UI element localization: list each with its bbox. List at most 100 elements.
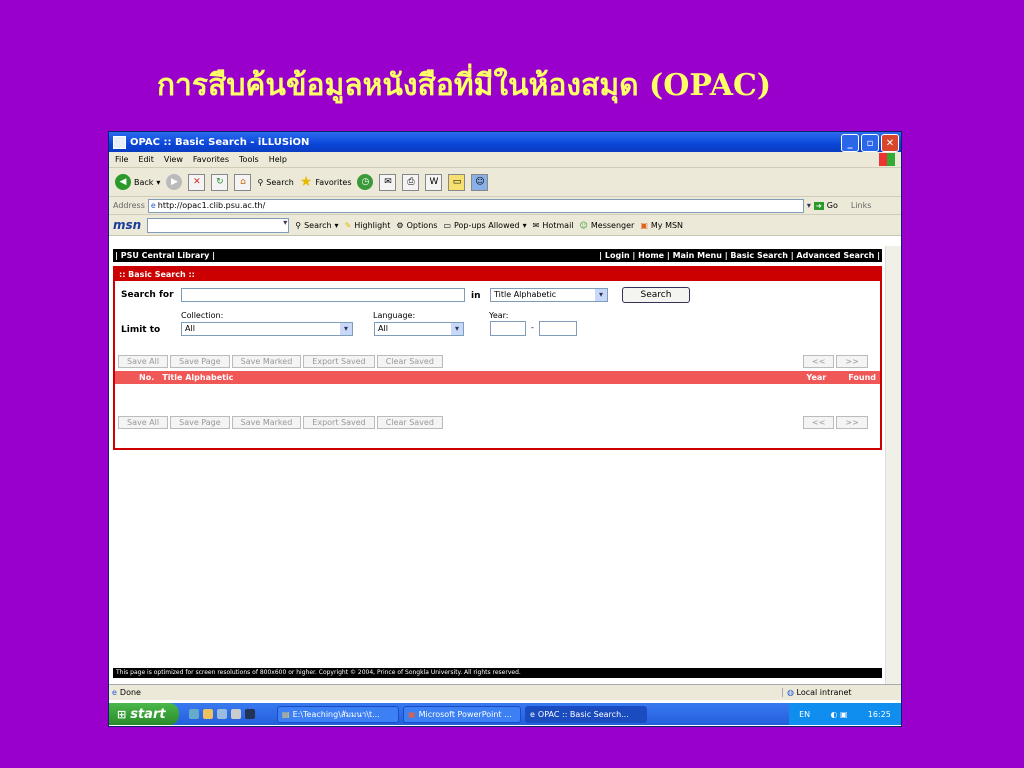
folder-quicklaunch-icon[interactable]: [203, 709, 213, 719]
save-all-button[interactable]: Save All: [118, 416, 169, 429]
clock: 16:25: [867, 709, 891, 719]
close-button[interactable]: ✕: [881, 134, 899, 152]
menu-help[interactable]: Help: [269, 155, 287, 164]
address-input[interactable]: e http://opac1.clib.psu.ac.th/: [147, 198, 804, 213]
ie-page-icon: e: [530, 709, 535, 719]
highlight-button[interactable]: ✎ Highlight: [345, 221, 391, 230]
clear-saved-button[interactable]: Clear Saved: [376, 355, 443, 368]
task-explorer[interactable]: ▤ E:\Teaching\สัมมนา\t...: [277, 705, 399, 723]
search-for-label: Search for: [121, 290, 174, 300]
stop-button[interactable]: ✕: [188, 173, 206, 191]
standard-toolbar: ◀ Back ▾ ▶ ✕ ↻ ⌂ ⚲ Search ★ Favorites ◷ …: [109, 168, 901, 197]
year-to-input[interactable]: [539, 321, 577, 336]
go-arrow-icon[interactable]: ➜: [813, 201, 824, 210]
menu-tools[interactable]: Tools: [239, 155, 259, 164]
status-bar: e Done ◍ Local intranet: [109, 684, 901, 700]
taskbar: ⊞ start ▤ E:\Teaching\สัมมนา\t... ▣ Micros…: [109, 703, 901, 725]
highlighter-icon: ✎: [344, 220, 352, 230]
mail-button[interactable]: ✉: [379, 173, 397, 191]
edit-button[interactable]: W: [425, 173, 443, 191]
menu-favorites[interactable]: Favorites: [193, 155, 229, 164]
options-icon: ⚙: [396, 220, 404, 230]
options-button[interactable]: ⚙ Options: [396, 221, 437, 230]
prev-page-button[interactable]: <<: [803, 355, 835, 368]
quick-launch: [189, 709, 255, 719]
clear-saved-button[interactable]: Clear Saved: [376, 416, 443, 429]
refresh-button[interactable]: ↻: [211, 173, 229, 191]
results-header: No. Title Alphabetic Year Found: [115, 371, 880, 384]
messenger-button[interactable]: ☺ Messenger: [580, 221, 635, 230]
menu-view[interactable]: View: [164, 155, 183, 164]
next-page-button[interactable]: >>: [836, 416, 868, 429]
task-opac[interactable]: e OPAC :: Basic Search...: [525, 705, 647, 723]
language-select[interactable]: All: [374, 322, 464, 336]
title-bar[interactable]: OPAC :: Basic Search - iLLUSiON _ ▫ ✕: [109, 132, 901, 152]
export-saved-button[interactable]: Export Saved: [303, 416, 375, 429]
year-label: Year:: [489, 311, 509, 320]
msn-search-button[interactable]: ⚲ Search ▾: [295, 221, 338, 230]
messenger-icon: ☺: [579, 220, 588, 230]
folder-icon: ▤: [282, 709, 290, 719]
address-dropdown-icon[interactable]: ▾: [807, 201, 811, 210]
menu-edit[interactable]: Edit: [138, 155, 154, 164]
mymsn-button[interactable]: ▣ My MSN: [640, 221, 683, 230]
msn-search-input[interactable]: [147, 217, 290, 233]
task-powerpoint[interactable]: ▣ Microsoft PowerPoint ...: [403, 705, 521, 723]
browser-window: OPAC :: Basic Search - iLLUSiON _ ▫ ✕ Fi…: [108, 131, 902, 727]
favorites-button[interactable]: ★ Favorites: [300, 174, 352, 190]
folder-button[interactable]: ▭: [448, 173, 466, 191]
history-button[interactable]: ◷: [357, 174, 374, 190]
popups-button[interactable]: ▭ Pop-ups Allowed ▾: [443, 221, 526, 230]
col-title[interactable]: Title Alphabetic: [162, 373, 233, 382]
tray-icons[interactable]: ◐ ▣: [830, 710, 847, 719]
search-input[interactable]: [181, 288, 465, 302]
save-page-button[interactable]: Save Page: [170, 416, 230, 429]
library-name[interactable]: | PSU Central Library |: [115, 251, 215, 260]
desktop-quicklaunch-icon[interactable]: [217, 709, 227, 719]
search-button[interactable]: Search: [622, 287, 690, 303]
print-button[interactable]: ⎙: [402, 173, 420, 191]
ie-page-icon: e: [112, 688, 117, 697]
ie-quicklaunch-icon[interactable]: [189, 709, 199, 719]
msn-logo[interactable]: msn: [113, 218, 141, 232]
col-no: No.: [139, 373, 155, 382]
magnifier-icon: ⚲: [257, 177, 264, 187]
messenger-toolbar-button[interactable]: ☺: [471, 173, 489, 191]
save-marked-button[interactable]: Save Marked: [231, 416, 302, 429]
collection-select[interactable]: All: [181, 322, 353, 336]
save-marked-button[interactable]: Save Marked: [231, 355, 302, 368]
forward-button[interactable]: ▶: [166, 174, 183, 190]
popup-icon: ▭: [443, 220, 451, 230]
language-indicator[interactable]: EN: [799, 710, 810, 719]
prev-page-button[interactable]: <<: [803, 416, 835, 429]
save-all-button[interactable]: Save All: [118, 355, 169, 368]
menu-file[interactable]: File: [115, 155, 128, 164]
system-tray: EN ◐ ▣ 16:25: [789, 703, 901, 725]
start-button[interactable]: ⊞ start: [109, 703, 179, 725]
slide-title: การสืบค้นข้อมูลหนังสือที่มีในห้องสมุด (O…: [156, 68, 772, 103]
year-from-input[interactable]: [490, 321, 526, 336]
search-type-select[interactable]: Title Alphabetic: [490, 288, 608, 302]
magnifier-icon: ⚲: [295, 220, 302, 230]
nav-links[interactable]: | Login | Home | Main Menu | Basic Searc…: [599, 251, 880, 260]
word-quicklaunch-icon[interactable]: [245, 709, 255, 719]
vertical-scrollbar[interactable]: [885, 246, 901, 684]
col-found[interactable]: Found: [848, 373, 876, 382]
links-button[interactable]: Links: [851, 201, 872, 210]
next-page-button[interactable]: >>: [836, 355, 868, 368]
minimize-button[interactable]: _: [841, 134, 859, 152]
save-page-button[interactable]: Save Page: [170, 355, 230, 368]
back-button[interactable]: ◀ Back ▾: [115, 174, 160, 190]
mail-icon: ✉: [532, 220, 540, 230]
export-saved-button[interactable]: Export Saved: [303, 355, 375, 368]
maximize-button[interactable]: ▫: [861, 134, 879, 152]
search-toolbar-button[interactable]: ⚲ Search: [257, 178, 293, 187]
go-button[interactable]: Go: [827, 201, 838, 210]
media-quicklaunch-icon[interactable]: [231, 709, 241, 719]
status-text: Done: [119, 688, 141, 697]
home-button[interactable]: ⌂: [234, 173, 252, 191]
zone-indicator: ◍ Local intranet: [782, 688, 897, 697]
hotmail-button[interactable]: ✉ Hotmail: [533, 221, 574, 230]
col-year[interactable]: Year: [806, 373, 826, 382]
collection-label: Collection:: [181, 311, 224, 320]
